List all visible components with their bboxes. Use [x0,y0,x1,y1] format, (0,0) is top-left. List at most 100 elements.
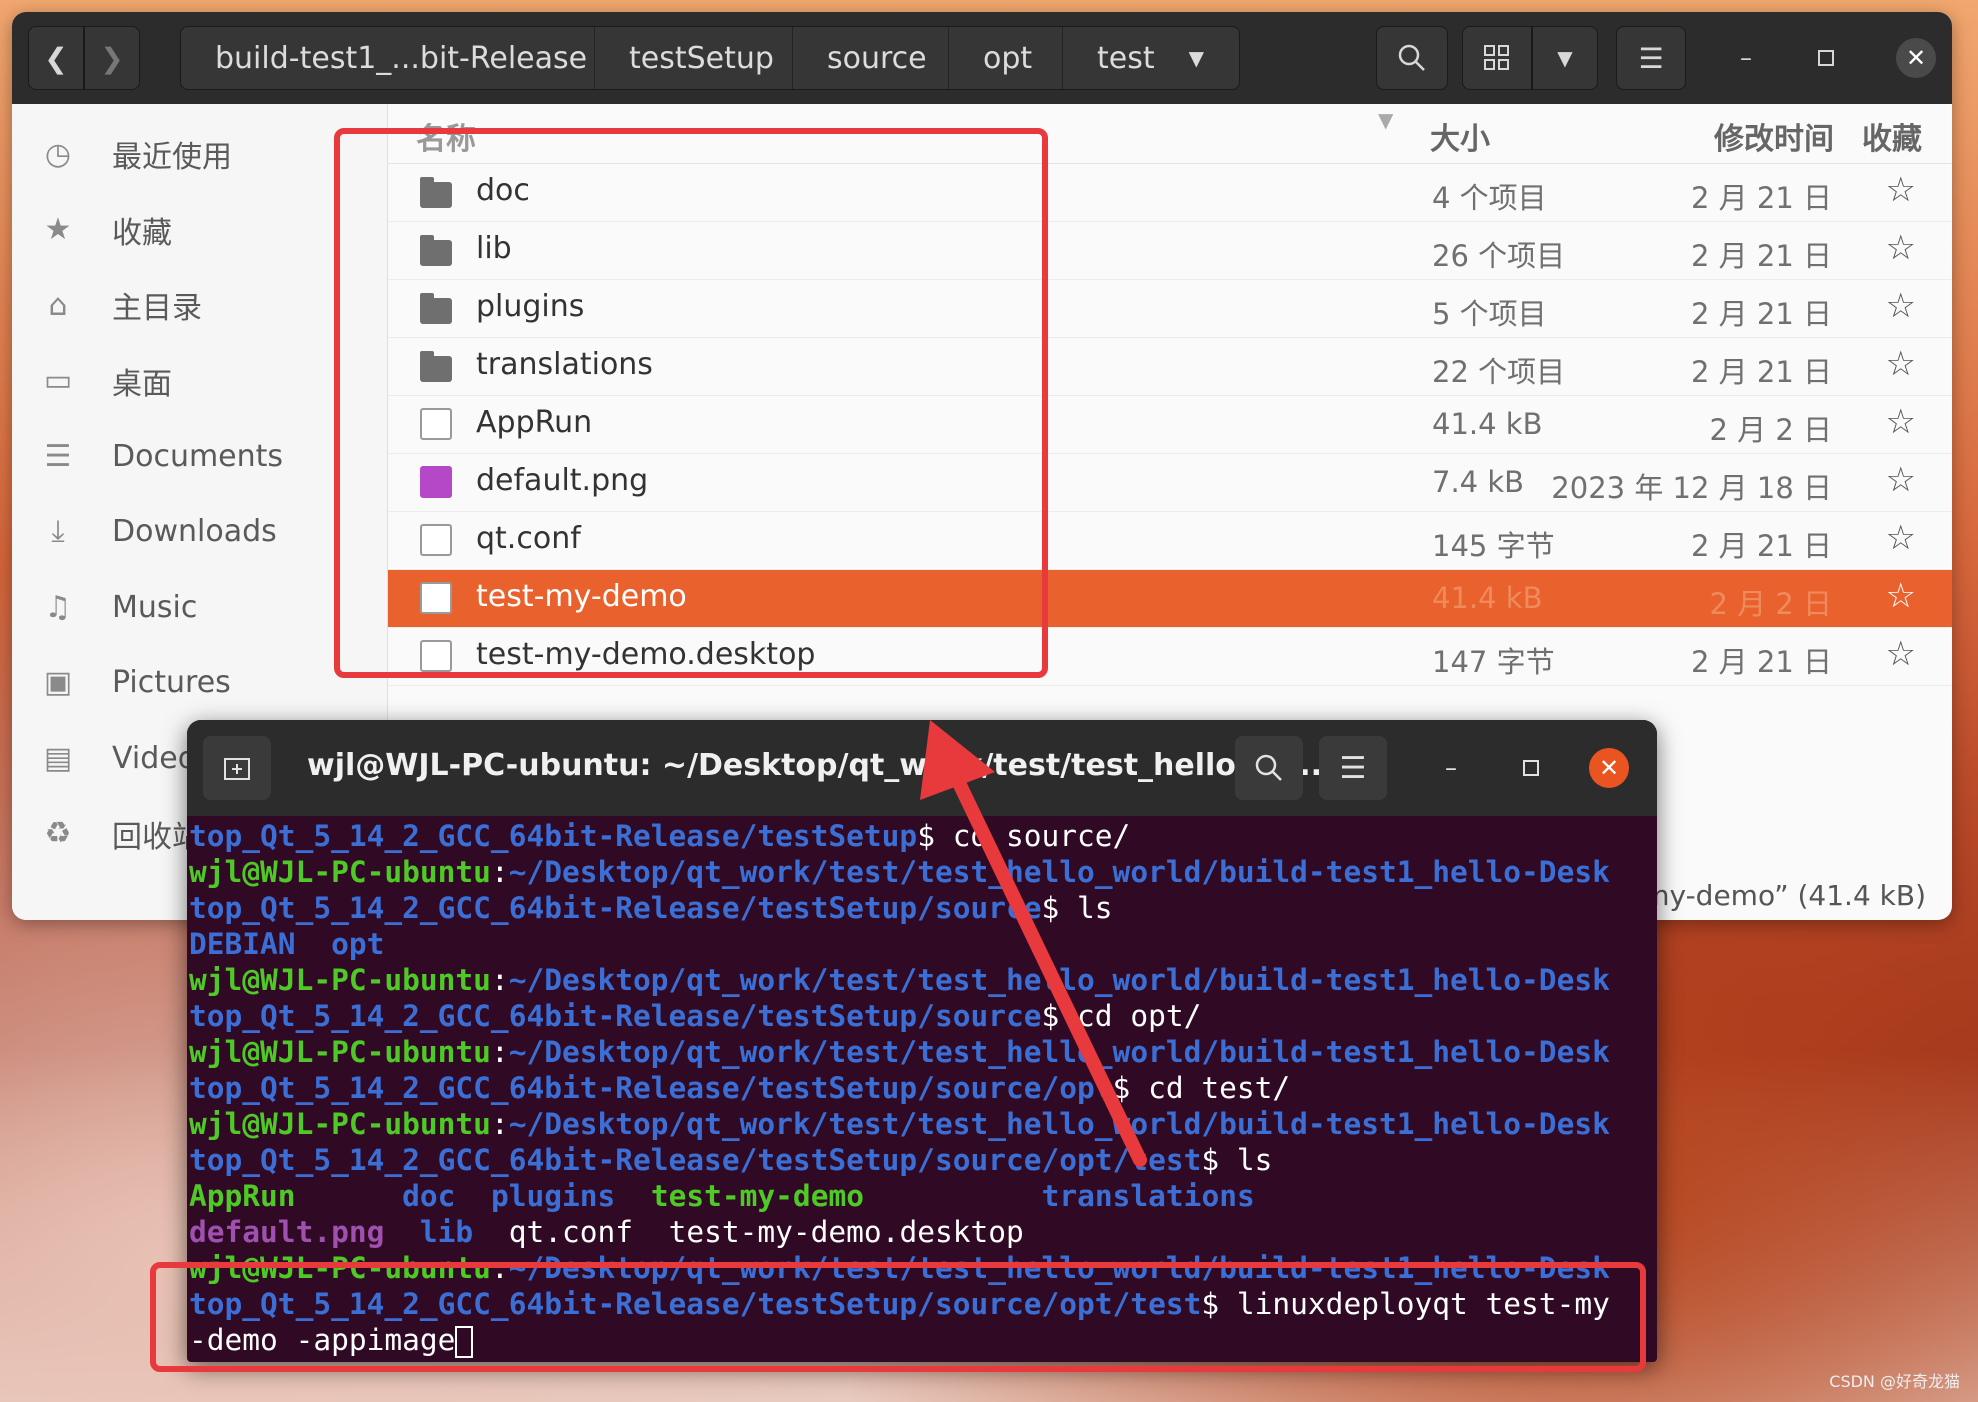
file-modified: 2 月 21 日 [1690,239,1832,273]
close-icon: ✕ [1905,44,1927,72]
terminal-close-button[interactable]: ✕ [1589,748,1629,788]
star-icon[interactable]: ☆ [1886,286,1916,326]
terminal-text: wjl@WJL-PC-ubuntu [189,1035,491,1069]
search-button[interactable] [1376,26,1448,90]
star-icon: ★ [44,212,72,247]
view-options-button[interactable]: ▼ [1532,26,1598,90]
star-icon[interactable]: ☆ [1886,518,1916,558]
breadcrumb-item[interactable]: build-test1_...bit-Release [181,27,595,89]
file-modified: 2 月 21 日 [1690,529,1832,563]
star-icon[interactable]: ☆ [1886,402,1916,442]
terminal-maximize-button[interactable] [1511,748,1551,788]
close-icon: ✕ [1598,754,1620,782]
terminal-text: : [490,855,509,889]
terminal-text: top_Qt_5_14_2_GCC_64bit-Release/testSetu… [189,819,918,853]
star-icon[interactable]: ☆ [1886,460,1916,500]
sidebar-item[interactable]: ◷ 最近使用 [36,124,376,184]
annotation-arrow-icon [920,720,1147,1167]
terminal-text: wjl@WJL-PC-ubuntu [189,855,491,889]
terminal-text: lib [419,1215,474,1249]
minimize-button[interactable]: – [1726,38,1766,78]
chevron-left-icon: ❮ [44,41,68,75]
breadcrumb-item[interactable]: opt [949,27,1063,89]
file-size: 145 字节 [1432,529,1555,563]
forward-button[interactable]: ❯ [84,26,140,90]
breadcrumb-item[interactable]: source [793,27,949,89]
sidebar-item-label: 桌面 [112,366,172,402]
sidebar-item-label: Documents [112,438,284,474]
column-modified[interactable]: 修改时间 [1714,114,1834,158]
sidebar-item[interactable]: ☰ Documents [36,426,376,486]
file-size: 26 个项目 [1432,239,1566,273]
maximize-button[interactable] [1806,38,1846,78]
sidebar-item[interactable]: ⤓ Downloads [36,502,376,562]
close-button[interactable]: ✕ [1896,38,1936,78]
star-icon[interactable]: ☆ [1886,228,1916,268]
column-starred[interactable]: 收藏 [1862,114,1922,158]
terminal-search-button[interactable] [1235,736,1303,800]
file-size: 7.4 kB [1432,465,1525,499]
grid-view-button[interactable] [1462,26,1532,90]
file-size: 5 个项目 [1432,297,1547,331]
star-icon[interactable]: ☆ [1886,170,1916,210]
back-button[interactable]: ❮ [28,26,84,90]
home-icon: ⌂ [48,287,68,323]
sidebar-item[interactable]: ♫ Music [36,577,376,637]
sidebar-item[interactable]: ▭ 桌面 [36,351,376,411]
status-bar: -my-demo” (41.4 kB) [1632,879,1926,912]
star-icon[interactable]: ☆ [1886,344,1916,384]
sidebar-item-label: 主目录 [112,291,202,326]
star-icon[interactable]: ☆ [1886,634,1916,674]
terminal-text: : [490,963,509,997]
sidebar-item[interactable]: ▣ Pictures [36,653,376,713]
watermark: CSDN @好奇龙猫 [1829,1372,1960,1391]
terminal-line: AppRun doc plugins test-my-demo translat… [189,1178,1657,1214]
breadcrumb-item-current[interactable]: test ▼ [1063,27,1239,89]
sidebar-item-label: Pictures [112,665,231,700]
terminal-text: $ ls [1201,1143,1273,1177]
terminal-text: wjl@WJL-PC-ubuntu [189,963,491,997]
star-icon[interactable]: ☆ [1886,576,1916,616]
sidebar-item[interactable]: ★ 收藏 [36,200,376,260]
sidebar-item-label: 收藏 [112,215,172,251]
new-tab-button[interactable] [203,736,271,800]
sidebar-item-label: Downloads [112,514,277,549]
terminal-text: test-my-demo [650,1179,864,1213]
terminal-text: : [490,1035,509,1069]
column-size[interactable]: 大小 [1430,114,1490,158]
breadcrumb-item[interactable]: testSetup [595,27,793,89]
minimize-icon: – [1445,754,1457,782]
breadcrumb: build-test1_...bit-Release testSetup sou… [180,26,1240,90]
file-size: 41.4 kB [1432,581,1543,615]
terminal-text: : [490,1107,509,1141]
search-icon [1255,754,1282,781]
file-modified: 2 月 21 日 [1690,297,1832,331]
file-modified: 2 月 2 日 [1709,587,1832,621]
file-size: 41.4 kB [1432,407,1543,441]
file-size: 22 个项目 [1432,355,1566,389]
terminal-menu-button[interactable]: ☰ [1319,736,1387,800]
sidebar-item[interactable]: ⌂ 主目录 [36,275,376,335]
terminal-text: plugins [490,1179,616,1213]
new-tab-icon [224,758,250,780]
annotation-box-files [334,128,1048,678]
menu-button[interactable]: ☰ [1616,26,1686,90]
terminal-text: DEBIAN opt [189,927,385,961]
terminal-text: default.png [189,1215,385,1249]
music-icon: ♫ [44,589,72,625]
document-icon: ☰ [44,438,72,474]
chevron-right-icon: ❯ [100,41,124,75]
maximize-icon [1818,50,1834,66]
search-icon [1398,44,1425,71]
file-modified: 2023 年 12 月 18 日 [1551,471,1832,505]
sort-indicator-icon: ▼ [1378,108,1394,132]
terminal-minimize-button[interactable]: – [1431,748,1471,788]
minimize-icon: – [1740,44,1752,72]
terminal-text: qt.conf test-my-demo.desktop [473,1215,1024,1249]
file-modified: 2 月 21 日 [1690,645,1832,679]
terminal-text: wjl@WJL-PC-ubuntu [189,1107,491,1141]
